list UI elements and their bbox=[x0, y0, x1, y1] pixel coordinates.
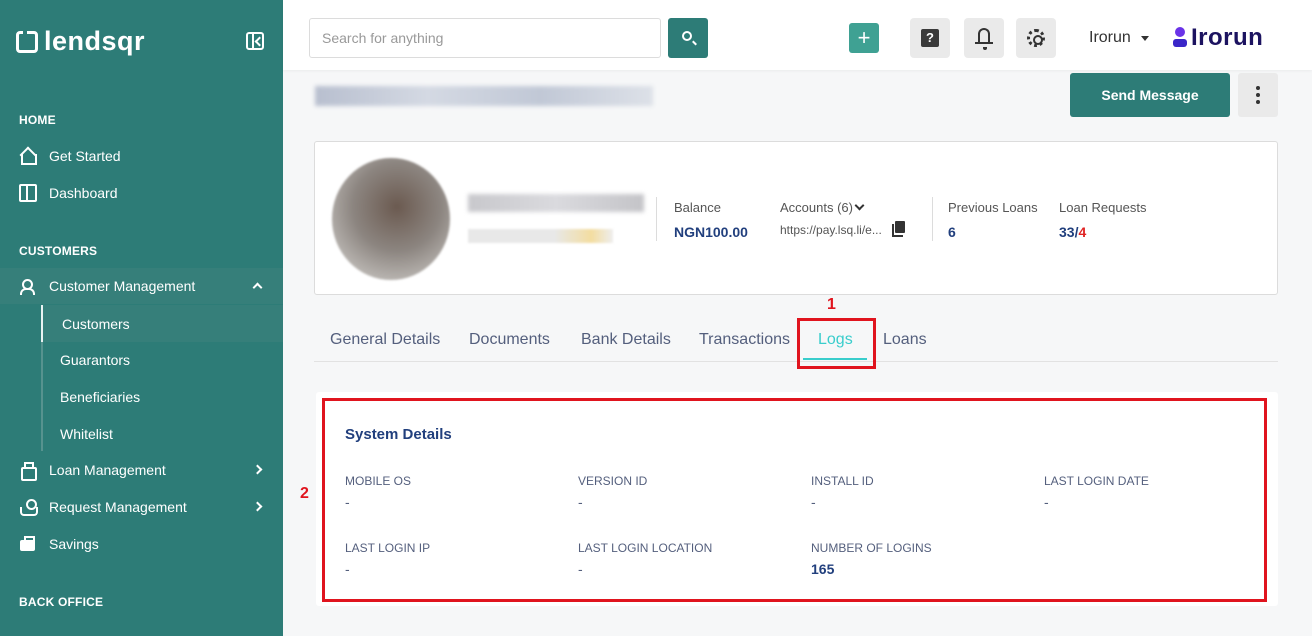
gear-icon bbox=[1027, 29, 1045, 47]
tab-transactions[interactable]: Transactions bbox=[699, 331, 790, 349]
account-link[interactable]: https://pay.lsq.li/e... bbox=[780, 223, 882, 237]
sidebar-subitem-whitelist[interactable]: Whitelist bbox=[41, 415, 283, 452]
user-menu[interactable]: Irorun bbox=[1089, 29, 1131, 47]
avatar bbox=[332, 158, 450, 280]
tab-general-details[interactable]: General Details bbox=[330, 331, 440, 349]
logo-text: lendsqr bbox=[44, 26, 146, 56]
search-button[interactable] bbox=[668, 18, 708, 58]
request-icon bbox=[19, 498, 38, 516]
tab-bank-details[interactable]: Bank Details bbox=[581, 331, 671, 349]
sidebar-subitem-label: Whitelist bbox=[60, 425, 113, 442]
kebab-dot bbox=[1256, 86, 1260, 90]
annotation-number-1: 1 bbox=[827, 296, 836, 313]
add-button[interactable]: + bbox=[849, 23, 879, 53]
sidebar-item-loan-management[interactable]: Loan Management bbox=[0, 452, 283, 488]
chevron-down-icon[interactable] bbox=[854, 200, 865, 211]
help-button[interactable]: ? bbox=[910, 18, 950, 58]
chevron-right-icon bbox=[252, 464, 263, 475]
kebab-dot bbox=[1256, 93, 1260, 97]
irorun-logo: Irorun bbox=[1173, 24, 1263, 52]
sidebar-item-customer-management[interactable]: Customer Management bbox=[0, 268, 283, 304]
search-icon bbox=[682, 31, 692, 41]
brand-text: Irorun bbox=[1191, 24, 1264, 51]
collapse-sidebar-icon[interactable] bbox=[246, 32, 264, 50]
search-input[interactable] bbox=[309, 18, 661, 58]
tab-documents[interactable]: Documents bbox=[469, 331, 550, 349]
profile-meta-redacted bbox=[468, 229, 613, 243]
send-message-button[interactable]: Send Message bbox=[1070, 73, 1230, 117]
sidebar-item-label: Get Started bbox=[49, 148, 121, 164]
sidebar-subitem-label: Customers bbox=[62, 315, 130, 332]
sidebar-item-label: Dashboard bbox=[49, 185, 118, 201]
help-icon: ? bbox=[921, 29, 939, 47]
sidebar-subitem-guarantors[interactable]: Guarantors bbox=[41, 341, 283, 378]
sidebar-item-label: Savings bbox=[49, 536, 99, 552]
sidebar-item-get-started[interactable]: Get Started bbox=[0, 138, 283, 174]
section-title-home: HOME bbox=[19, 113, 56, 127]
copy-icon[interactable] bbox=[892, 221, 905, 237]
users-icon bbox=[19, 277, 37, 295]
balance-label: Balance bbox=[674, 200, 721, 215]
annotation-number-2: 2 bbox=[300, 485, 309, 502]
tab-loans[interactable]: Loans bbox=[883, 331, 927, 349]
profile-name-redacted bbox=[468, 194, 644, 212]
notifications-button[interactable] bbox=[964, 18, 1004, 58]
balance-value: NGN100.00 bbox=[674, 224, 748, 240]
briefcase-icon bbox=[19, 535, 37, 553]
sidebar-item-dashboard[interactable]: Dashboard bbox=[0, 175, 283, 211]
loan-requests-count: 33/ bbox=[1059, 224, 1079, 240]
sidebar-subitem-label: Guarantors bbox=[60, 351, 131, 368]
home-icon bbox=[19, 147, 37, 165]
sidebar-subitem-beneficiaries[interactable]: Beneficiaries bbox=[41, 378, 283, 415]
more-options-button[interactable] bbox=[1238, 73, 1278, 117]
sidebar-item-label: Loan Management bbox=[49, 462, 166, 478]
sidebar-subitem-customers[interactable]: Customers bbox=[41, 305, 283, 342]
lendsqr-logo-icon bbox=[16, 30, 38, 53]
loan-icon bbox=[19, 461, 37, 481]
balance-amount: NGN100.00 bbox=[674, 224, 748, 240]
annotation-box-logs-tab bbox=[797, 318, 876, 369]
tabs-divider bbox=[314, 361, 1278, 362]
divider bbox=[932, 197, 933, 241]
sidebar: lendsqr HOME Get Started Dashboard CUSTO… bbox=[0, 0, 283, 636]
chevron-up-icon bbox=[252, 282, 263, 293]
customer-name-redacted bbox=[315, 86, 653, 106]
chevron-right-icon bbox=[252, 501, 263, 512]
section-title-customers: CUSTOMERS bbox=[19, 244, 98, 258]
topbar: + ? Irorun Irorun bbox=[283, 0, 1312, 70]
settings-button[interactable] bbox=[1016, 18, 1056, 58]
kebab-dot bbox=[1256, 100, 1260, 104]
previous-loans-label: Previous Loans bbox=[948, 200, 1038, 215]
section-title-back-office: BACK OFFICE bbox=[19, 595, 104, 609]
sidebar-subitem-label: Beneficiaries bbox=[60, 388, 141, 405]
loan-requests-pending: 4 bbox=[1078, 224, 1087, 240]
sidebar-item-label: Request Management bbox=[49, 499, 187, 515]
previous-loans-value: 6 bbox=[948, 224, 956, 240]
loan-requests-value: 33/4 bbox=[1059, 224, 1086, 240]
bell-icon bbox=[975, 28, 993, 50]
divider bbox=[656, 197, 657, 241]
loan-requests-label: Loan Requests bbox=[1059, 200, 1147, 215]
lendsqr-logo[interactable]: lendsqr bbox=[16, 26, 145, 57]
annotation-box-system-details bbox=[322, 398, 1267, 602]
dashboard-icon bbox=[19, 184, 37, 202]
sidebar-item-savings[interactable]: Savings bbox=[0, 526, 283, 562]
accounts-label[interactable]: Accounts (6) bbox=[780, 200, 853, 215]
sidebar-item-request-management[interactable]: Request Management bbox=[0, 489, 283, 525]
irorun-logo-icon bbox=[1173, 27, 1187, 49]
sidebar-item-label: Customer Management bbox=[49, 278, 196, 294]
caret-down-icon[interactable] bbox=[1141, 36, 1149, 41]
profile-card: Balance NGN100.00 Accounts (6) https://p… bbox=[314, 141, 1278, 295]
